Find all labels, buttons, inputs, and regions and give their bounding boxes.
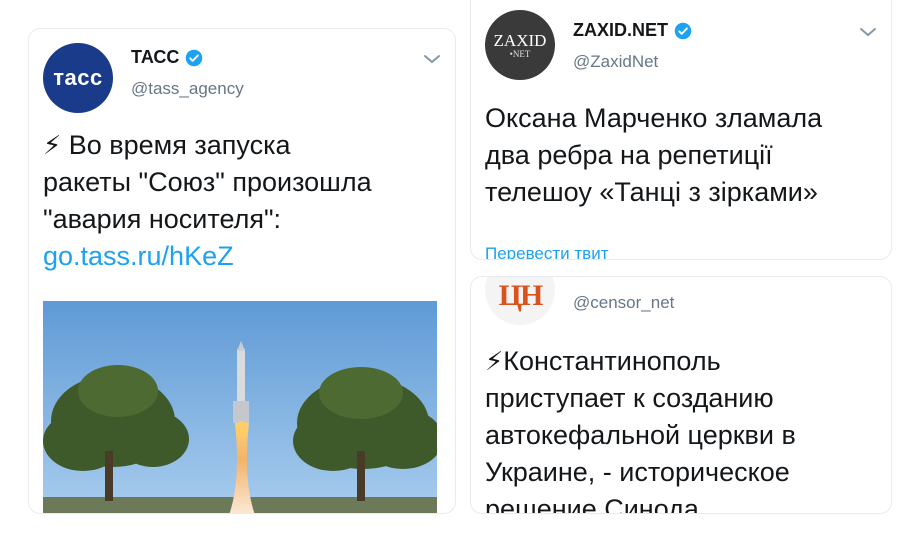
verified-badge-icon: [674, 22, 692, 39]
tweet-text-tass: ⚡ Во время запуска ракеты "Союз" произош…: [43, 127, 443, 275]
avatar-censor[interactable]: ЦН: [485, 277, 555, 325]
verified-badge-icon: [186, 49, 203, 66]
screenshot-stage: тасс ТАСС @tass_agency ⚡ Во время запуск…: [0, 0, 910, 542]
author-name-text: ТАСС: [131, 47, 180, 67]
avatar-zaxid-logo-line2: •NET: [509, 48, 531, 59]
chevron-down-icon[interactable]: [423, 53, 441, 65]
translate-tweet-link[interactable]: Перевести твит: [485, 244, 608, 259]
author-handle-tass[interactable]: @tass_agency: [131, 79, 244, 99]
tweet-text-zaxid: Оксана Марченко зламала два ребра на реп…: [485, 103, 823, 207]
chevron-down-icon[interactable]: [859, 26, 877, 38]
lightning-icon: ⚡: [43, 130, 62, 160]
avatar-tass[interactable]: тасс: [43, 43, 113, 113]
avatar-censor-logo: ЦН: [498, 279, 544, 312]
lightning-icon: ⚡: [485, 346, 504, 376]
avatar-tass-logo: тасс: [53, 65, 103, 90]
tweet-body: Во время запуска ракеты "Союз" произошла…: [43, 130, 372, 234]
author-handle-censor[interactable]: @censor_net: [573, 293, 674, 313]
tweet-card-censor[interactable]: ЦН @censor_net ⚡Константинополь приступа…: [470, 276, 892, 514]
tweet-card-tass[interactable]: тасс ТАСС @tass_agency ⚡ Во время запуск…: [28, 28, 456, 514]
avatar-zaxid-logo-line1: ZAXID: [493, 30, 547, 50]
author-name-text: ZAXID.NET: [573, 20, 669, 40]
rocket-launch-image: [43, 301, 437, 513]
author-handle-zaxid[interactable]: @ZaxidNet: [573, 52, 658, 72]
tweet-body: Константинополь приступает к созданию ав…: [485, 346, 796, 514]
author-name-tass[interactable]: ТАСС: [131, 47, 203, 68]
tweet-card-zaxid[interactable]: ZAXID •NET ZAXID.NET @ZaxidNet Оксана Ма…: [470, 0, 892, 260]
tweet-text-censor: ⚡Константинополь приступает к созданию а…: [485, 343, 885, 514]
avatar-zaxid[interactable]: ZAXID •NET: [485, 10, 555, 80]
author-name-zaxid[interactable]: ZAXID.NET: [573, 20, 692, 41]
tweet-photo-rocket-launch[interactable]: [43, 301, 437, 513]
tweet-link[interactable]: go.tass.ru/hKeZ: [43, 238, 443, 275]
